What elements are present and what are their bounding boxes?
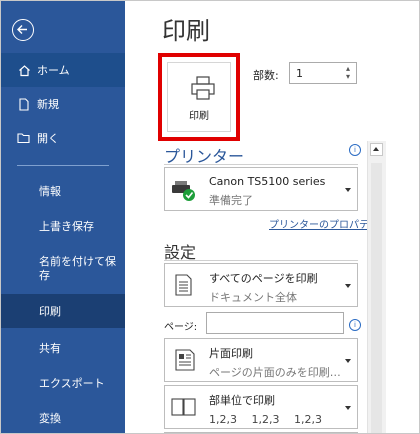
printer-name: Canon TS5100 series <box>209 175 326 188</box>
sidebar-item-new[interactable]: 新規 <box>1 87 125 121</box>
print-button[interactable]: 印刷 <box>167 62 231 132</box>
sidebar-item-label: エクスポート <box>39 377 105 390</box>
print-sides-title: 片面印刷 <box>209 347 253 360</box>
chevron-down-icon <box>345 188 351 192</box>
sidebar-item-save-as[interactable]: 名前を付けて保存 <box>1 249 125 289</box>
pages-input[interactable] <box>206 312 344 334</box>
collate-icon <box>171 398 197 420</box>
copies-value: 1 <box>296 67 303 80</box>
sidebar-item-open[interactable]: 開く <box>1 121 125 155</box>
sidebar-item-convert[interactable]: 変換 <box>1 401 125 433</box>
printer-properties-link[interactable]: プリンターのプロパティ <box>269 216 378 231</box>
sidebar-item-label: ホーム <box>37 64 70 77</box>
sidebar-item-label: 上書き保存 <box>39 220 94 233</box>
printer-ready-icon <box>171 180 197 206</box>
print-range-dropdown[interactable]: すべてのページを印刷 ドキュメント全体 <box>164 263 358 307</box>
pages-icon <box>175 274 193 300</box>
home-icon <box>17 63 31 77</box>
copies-stepper[interactable]: 1 ▴ ▾ <box>289 62 357 84</box>
collate-title: 部単位で印刷 <box>209 394 275 407</box>
sidebar-item-share[interactable]: 共有 <box>1 331 125 365</box>
sidebar-item-label: 名前を付けて保存 <box>39 255 116 282</box>
sidebar-item-info[interactable]: 情報 <box>1 174 125 208</box>
sidebar-item-home[interactable]: ホーム <box>1 53 125 87</box>
info-icon[interactable]: i <box>349 144 361 156</box>
copies-label: 部数: <box>253 69 279 82</box>
backstage-window: ホーム 新規 開く 情報 上書き保存 名前を付けて保存 印刷 共有 エクスポート… <box>0 0 420 434</box>
sidebar-item-label: 変換 <box>39 412 61 425</box>
sidebar-divider <box>17 165 109 166</box>
chevron-down-icon <box>345 406 351 410</box>
sidebar-item-label: 印刷 <box>39 305 61 318</box>
print-range-sub: ドキュメント全体 <box>209 291 297 304</box>
new-document-icon <box>17 97 31 111</box>
info-icon[interactable]: i <box>349 319 361 331</box>
sidebar-item-save[interactable]: 上書き保存 <box>1 209 125 243</box>
collate-dropdown[interactable]: 部単位で印刷 1,2,3 1,2,3 1,2,3 <box>164 385 358 429</box>
page-title: 印刷 <box>162 17 210 45</box>
print-sides-sub: ページの片面のみを印刷… <box>209 366 341 379</box>
sidebar-item-label: 情報 <box>39 185 61 198</box>
scrollbar-track[interactable] <box>371 163 382 433</box>
section-divider <box>164 164 358 165</box>
sidebar-item-label: 開く <box>37 132 59 145</box>
sidebar-item-export[interactable]: エクスポート <box>1 366 125 400</box>
sidebar-item-label: 新規 <box>37 98 59 111</box>
chevron-down-icon[interactable]: ▾ <box>346 73 354 81</box>
backstage-sidebar: ホーム 新規 開く 情報 上書き保存 名前を付けて保存 印刷 共有 エクスポート… <box>1 1 125 433</box>
collate-sub: 1,2,3 1,2,3 1,2,3 <box>209 413 322 426</box>
sidebar-item-print[interactable]: 印刷 <box>1 294 125 328</box>
open-folder-icon <box>17 131 31 145</box>
print-button-label: 印刷 <box>189 111 209 122</box>
printer-status: 準備完了 <box>209 194 253 207</box>
chevron-down-icon <box>345 359 351 363</box>
pages-label: ページ: <box>164 322 198 333</box>
print-sides-dropdown[interactable]: 片面印刷 ページの片面のみを印刷… <box>164 338 358 382</box>
back-arrow-icon[interactable] <box>12 19 34 41</box>
section-divider <box>164 260 358 261</box>
printer-dropdown[interactable]: Canon TS5100 series 準備完了 <box>164 167 358 211</box>
chevron-down-icon <box>345 284 351 288</box>
print-range-title: すべてのページを印刷 <box>209 272 318 285</box>
one-sided-icon <box>175 349 195 375</box>
sidebar-item-label: 共有 <box>39 342 61 355</box>
print-button-highlight: 印刷 <box>158 53 240 141</box>
printer-icon <box>190 75 216 105</box>
scroll-up-icon[interactable] <box>370 143 383 156</box>
preview-scrollbar[interactable] <box>367 141 386 433</box>
